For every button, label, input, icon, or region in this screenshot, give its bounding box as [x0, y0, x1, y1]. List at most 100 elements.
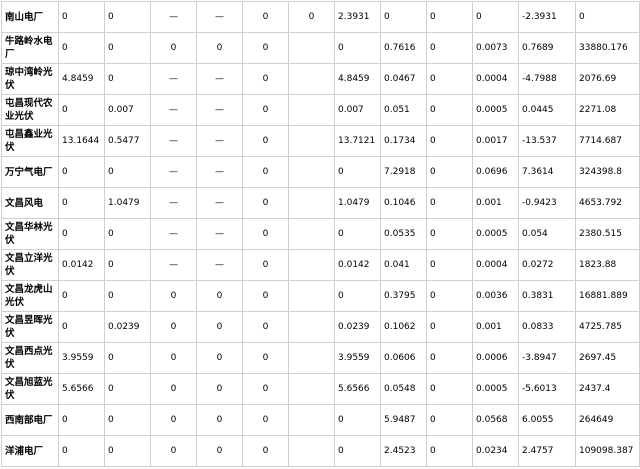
value-cell: — — [196, 156, 243, 188]
value-cell: -0.9423 — [518, 187, 576, 219]
table-row: 万宁气电厂 0 0— —0 0 7.2918 0 0.0696 7.3614 324398.8 — [1, 156, 640, 188]
value-cell: 0 — [242, 63, 289, 95]
value-cell: 0 — [242, 156, 289, 188]
value-cell: — — [150, 218, 197, 250]
plant-name-cell: 文昌昱晖光伏 — [1, 311, 59, 343]
value-cell: 0.0142 — [58, 249, 105, 281]
value-cell: 0 — [334, 156, 381, 188]
value-cell: 0 — [150, 342, 197, 374]
value-cell: 0 — [150, 404, 197, 436]
value-cell: 0 — [104, 218, 151, 250]
plant-name-cell: 文昌西点光伏 — [1, 342, 59, 374]
value-cell: 2271.08 — [575, 94, 640, 126]
value-cell: 0.0006 — [472, 342, 519, 374]
value-cell — [288, 63, 335, 95]
value-cell: 0 — [58, 32, 105, 64]
value-cell: 0 — [58, 435, 105, 467]
value-cell: 0 — [242, 249, 289, 281]
value-cell: 0.0005 — [472, 218, 519, 250]
value-cell — [288, 156, 335, 188]
value-cell: 0 — [288, 1, 335, 33]
table-body: 南山电厂 0 0— —0 0 2.3931 0 0 0 -2.3931 0 牛路岭水电厂 0 0 0 0 0 0 0… — [1, 1, 640, 467]
value-cell: 0 — [58, 280, 105, 312]
value-cell: 13.1644 — [58, 125, 105, 157]
value-cell: 0 — [150, 435, 197, 467]
plant-name-cell: 牛路岭水电厂 — [1, 32, 59, 64]
value-cell: 0 — [334, 218, 381, 250]
value-cell: 0.1046 — [380, 187, 427, 219]
value-cell: 0 — [426, 63, 473, 95]
value-cell: -3.8947 — [518, 342, 576, 374]
value-cell: 4.8459 — [58, 63, 105, 95]
value-cell: 0 — [104, 63, 151, 95]
value-cell: 0 — [104, 342, 151, 374]
value-cell: — — [196, 63, 243, 95]
value-cell: 0.0548 — [380, 373, 427, 405]
value-cell: 2.4523 — [380, 435, 427, 467]
value-cell: 2.3931 — [334, 1, 381, 33]
table-row: 洋浦电厂 0 0 0 0 0 0 2.4523 0 0.0234 2.4757 109098.387 — [1, 435, 640, 467]
value-cell: 16881.889 — [575, 280, 640, 312]
value-cell: 0.0272 — [518, 249, 576, 281]
table-row: 文昌风电 0 1.0479— —0 1.0479 0.1046 0 0.001 -0.9423 4… — [1, 187, 640, 219]
value-cell: 0 — [104, 280, 151, 312]
value-cell: 0 — [426, 1, 473, 33]
value-cell: 0.0234 — [472, 435, 519, 467]
plant-name-cell: 西南部电厂 — [1, 404, 59, 436]
value-cell: 264649 — [575, 404, 640, 436]
value-cell: 0.0142 — [334, 249, 381, 281]
value-cell: 0 — [242, 1, 289, 33]
value-cell: 5.6566 — [334, 373, 381, 405]
value-cell: 0 — [242, 280, 289, 312]
value-cell — [288, 32, 335, 64]
value-cell — [288, 435, 335, 467]
value-cell: 2380.515 — [575, 218, 640, 250]
plant-name-cell: 文昌立洋光伏 — [1, 249, 59, 281]
plant-name-cell: 万宁气电厂 — [1, 156, 59, 188]
table-row: 文昌立洋光伏 0.0142 0— —0 0.0142 0.041 0 0.0004 0.0272… — [1, 249, 640, 281]
value-cell — [288, 280, 335, 312]
table-row: 屯昌鑫业光伏 13.1644 0.5477— —0 13.7121 0.1734 0 0.00… — [1, 125, 640, 157]
value-cell: 0 — [58, 404, 105, 436]
value-cell: 324398.8 — [575, 156, 640, 188]
value-cell: 0 — [334, 280, 381, 312]
value-cell: 0 — [104, 249, 151, 281]
value-cell: 0 — [242, 218, 289, 250]
value-cell: -5.6013 — [518, 373, 576, 405]
value-cell: 0.0004 — [472, 249, 519, 281]
value-cell: 0.054 — [518, 218, 576, 250]
table-row: 南山电厂 0 0— —0 0 2.3931 0 0 0 -2.3931 0 — [1, 1, 640, 33]
value-cell: 0 — [242, 32, 289, 64]
value-cell: 0.001 — [472, 187, 519, 219]
value-cell: 0 — [196, 435, 243, 467]
value-cell: 5.6566 — [58, 373, 105, 405]
value-cell: 0 — [104, 32, 151, 64]
value-cell — [288, 218, 335, 250]
value-cell: 0 — [150, 311, 197, 343]
table-row: 文昌昱晖光伏 0 0.0239 0 0 0 0.0239 0.1062 0 0.001 0.0833… — [1, 311, 640, 343]
value-cell — [288, 373, 335, 405]
value-cell: 0 — [242, 342, 289, 374]
value-cell: 7.2918 — [380, 156, 427, 188]
value-cell: — — [196, 218, 243, 250]
value-cell: 0 — [426, 404, 473, 436]
plant-name-cell: 屯昌现代农业光伏 — [1, 94, 59, 126]
value-cell: 0.007 — [104, 94, 151, 126]
value-cell: — — [150, 187, 197, 219]
value-cell: 0 — [104, 373, 151, 405]
value-cell: 0 — [334, 32, 381, 64]
value-cell: 0 — [334, 435, 381, 467]
value-cell: 0.0004 — [472, 63, 519, 95]
value-cell: 0.0239 — [104, 311, 151, 343]
value-cell: 0.3831 — [518, 280, 576, 312]
value-cell: 0 — [104, 1, 151, 33]
value-cell: 0.5477 — [104, 125, 151, 157]
value-cell: -2.3931 — [518, 1, 576, 33]
value-cell: — — [196, 1, 243, 33]
value-cell: 0 — [426, 94, 473, 126]
value-cell: 0 — [380, 1, 427, 33]
value-cell: 0 — [334, 404, 381, 436]
value-cell: 33880.176 — [575, 32, 640, 64]
plant-name-cell: 洋浦电厂 — [1, 435, 59, 467]
value-cell: 0.007 — [334, 94, 381, 126]
